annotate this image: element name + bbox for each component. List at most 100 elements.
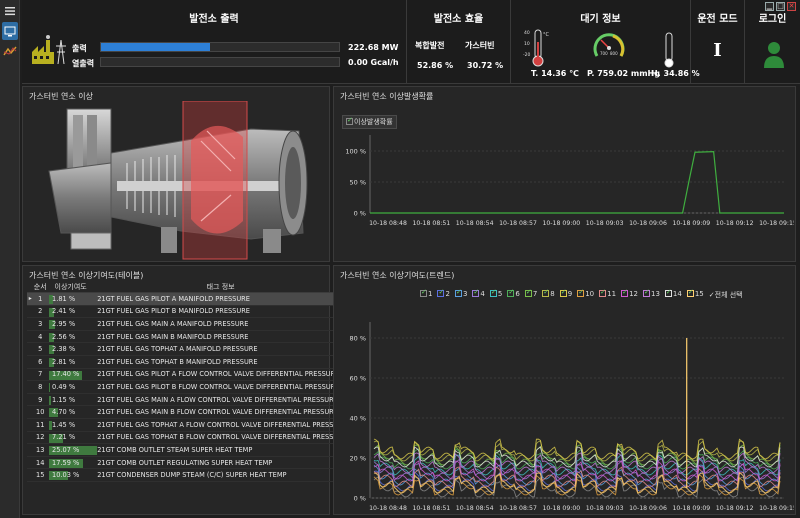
legend-checkbox[interactable] bbox=[599, 288, 607, 297]
row-contribution-value: 7.21 % bbox=[52, 433, 76, 442]
x-tick-label: 10-18 08:57 bbox=[499, 505, 537, 512]
trend-legend-item-2[interactable]: 2 bbox=[437, 288, 450, 300]
legend-checkbox[interactable] bbox=[420, 288, 427, 297]
user-icon[interactable] bbox=[763, 40, 785, 70]
row-order: 6 bbox=[33, 355, 48, 369]
gauge-tick-800: 800 bbox=[610, 51, 618, 56]
probability-series-line bbox=[370, 151, 784, 214]
trend-legend-item-3[interactable]: 3 bbox=[454, 288, 468, 300]
table-row[interactable]: 10 4.70 % 21GT FUEL GAS MAIN B FLOW CONTRO… bbox=[27, 405, 347, 419]
legend-checkbox[interactable] bbox=[454, 288, 462, 297]
legend-checkbox[interactable] bbox=[489, 288, 497, 297]
trend-chart: 80 % 60 % 40 % 20 % 0 %10-18 08:48 10-18 08:5… bbox=[349, 322, 794, 512]
table-row[interactable]: 11 1.45 % 21GT FUEL GAS TOPHAT A FLOW CONT… bbox=[27, 418, 347, 432]
legend-checkbox[interactable] bbox=[472, 288, 480, 297]
legend-checkbox[interactable] bbox=[642, 288, 650, 297]
trend-legend-item-4[interactable]: 4 bbox=[472, 288, 485, 300]
table-row[interactable]: 8 0.49 % 21GT FUEL GAS PILOT B FLOW CONTRO… bbox=[27, 380, 347, 394]
operation-mode-value[interactable]: I bbox=[691, 40, 744, 61]
table-row[interactable]: 4 2.56 % 21GT FUEL GAS MAIN B MANIFOLD PRE… bbox=[27, 330, 347, 344]
trend-legend-item-15[interactable]: 15 bbox=[686, 288, 704, 300]
table-row[interactable]: 14 17.59 % 21GT COMB OUTLET REGULATING SUP… bbox=[27, 456, 347, 470]
trend-legend-item-1[interactable]: 1 bbox=[420, 288, 432, 300]
select-all-toggle[interactable]: ✓전체 선택 bbox=[709, 290, 743, 300]
trend-legend-item-12[interactable]: 12 bbox=[621, 288, 638, 300]
row-tag: 21GT FUEL GAS PILOT A MANIFOLD PRESSURE bbox=[94, 292, 347, 306]
row-contribution: 2.81 % bbox=[47, 355, 95, 369]
x-tick-label: 10-18 09:09 bbox=[672, 220, 710, 227]
atmosphere-section: 대기 정보 40 10 -20 °C 700 800 T. 14.36 ℃ P.… bbox=[510, 0, 700, 84]
trend-legend-item-10[interactable]: 10 bbox=[577, 288, 594, 300]
row-contribution: 17.40 % bbox=[47, 368, 95, 382]
operation-mode-section: 운전 모드 I bbox=[690, 0, 744, 84]
table-row[interactable]: 7 17.40 % 21GT FUEL GAS PILOT A FLOW CONTR… bbox=[27, 368, 347, 382]
thermo-tick-minus20: -20 bbox=[523, 52, 530, 58]
x-tick-label: 10-18 09:15 bbox=[759, 505, 794, 512]
legend-label: 11 bbox=[607, 290, 617, 298]
table-row[interactable]: 2 2.41 % 21GT FUEL GAS PILOT B MANIFOLD PR… bbox=[27, 305, 347, 319]
x-tick-label: 10-18 08:48 bbox=[369, 220, 407, 227]
table-row[interactable]: ▸ 1 1.81 % 21GT FUEL GAS PILOT A MANIFOLD P… bbox=[27, 292, 347, 306]
trend-legend-item-6[interactable]: 6 bbox=[507, 288, 520, 300]
legend-checkbox[interactable] bbox=[577, 288, 585, 297]
legend-checkbox[interactable] bbox=[686, 288, 694, 297]
legend-checkbox[interactable] bbox=[621, 288, 629, 297]
table-row[interactable]: 5 2.38 % 21GT FUEL GAS TOPHAT A MANIFOLD P… bbox=[27, 342, 347, 356]
row-order: 7 bbox=[33, 368, 48, 382]
legend-label: 3 bbox=[462, 290, 468, 298]
legend-label: 7 bbox=[532, 290, 538, 298]
y-tick-label: 100 % bbox=[345, 148, 366, 156]
legend-checkbox[interactable] bbox=[524, 288, 532, 297]
row-order: 10 bbox=[33, 405, 48, 419]
legend-label: 8 bbox=[550, 290, 555, 298]
chart-icon[interactable] bbox=[2, 44, 18, 58]
trend-legend-item-5[interactable]: 5 bbox=[489, 288, 502, 300]
order-header[interactable]: 순서 bbox=[33, 282, 48, 293]
power-output-title: 발전소 출력 bbox=[189, 14, 239, 25]
table-row[interactable]: 15 10.03 % 21GT CONDENSER DUMP STEAM (C/C)… bbox=[27, 468, 347, 482]
row-order: 1 bbox=[33, 292, 48, 306]
row-order: 14 bbox=[33, 456, 48, 470]
row-contribution: 2.95 % bbox=[47, 317, 95, 331]
legend-checkbox[interactable] bbox=[507, 288, 515, 297]
x-tick-label: 10-18 09:03 bbox=[586, 220, 624, 227]
legend-checkbox[interactable] bbox=[664, 288, 672, 297]
row-contribution-value: 2.38 % bbox=[52, 345, 76, 354]
trend-legend-item-8[interactable]: 8 bbox=[542, 288, 555, 300]
row-contribution-value: 0.49 % bbox=[52, 382, 76, 391]
x-tick-label: 10-18 08:48 bbox=[369, 505, 407, 512]
table-row[interactable]: 12 7.21 % 21GT FUEL GAS TOPHAT B FLOW CONT… bbox=[27, 431, 347, 445]
table-row[interactable]: 3 2.95 % 21GT FUEL GAS MAIN A MANIFOLD PRE… bbox=[27, 317, 347, 331]
monitor-icon[interactable] bbox=[1, 22, 18, 40]
trend-legend-item-13[interactable]: 13 bbox=[642, 288, 660, 300]
row-tag: 21GT FUEL GAS PILOT B FLOW CONTROL VALVE… bbox=[94, 380, 347, 394]
row-contribution: 25.07 % bbox=[47, 443, 98, 457]
x-tick-label: 10-18 08:54 bbox=[456, 505, 494, 512]
legend-checkbox[interactable] bbox=[437, 288, 445, 297]
trend-legend-item-14[interactable]: 14 bbox=[664, 288, 682, 300]
heat-output-value: 0.00 Gcal/h bbox=[348, 58, 399, 67]
trend-legend-item-9[interactable]: 9 bbox=[559, 288, 572, 300]
table-row[interactable]: 13 25.07 % 21GT COMB OUTLET STEAM SUPER HE… bbox=[27, 443, 347, 457]
trend-legend-item-7[interactable]: 7 bbox=[524, 288, 538, 300]
tag-info-header[interactable]: 태그 정보 bbox=[94, 282, 347, 293]
login-title: 로그인 bbox=[758, 14, 787, 25]
thermometer-icon: 40 10 -20 °C bbox=[523, 29, 550, 67]
status-header: ▁ □ ✕ 발전소 출력 출력 222.68 MW 열출력 0.00 Gcal/… bbox=[22, 0, 800, 84]
combined-cycle-label: 복합발전 bbox=[415, 41, 445, 50]
table-row[interactable]: 9 1.15 % 21GT FUEL GAS MAIN A FLOW CONTROL… bbox=[27, 393, 347, 407]
row-order: 12 bbox=[33, 431, 48, 445]
output-label: 출력 bbox=[72, 44, 87, 53]
probability-title: 가스터빈 연소 이상발생확률 bbox=[340, 92, 434, 101]
row-order: 5 bbox=[33, 342, 48, 356]
x-tick-label: 10-18 09:12 bbox=[716, 505, 754, 512]
row-tag: 21GT FUEL GAS PILOT B MANIFOLD PRESSURE bbox=[94, 305, 347, 319]
legend-checkbox[interactable] bbox=[542, 288, 550, 297]
legend-checkbox[interactable] bbox=[559, 288, 567, 297]
menu-icon[interactable] bbox=[2, 4, 18, 18]
table-row[interactable]: 6 2.81 % 21GT FUEL GAS TOPHAT B MANIFOLD P… bbox=[27, 355, 347, 369]
trend-legend-item-11[interactable]: 11 bbox=[599, 288, 617, 300]
row-order: 2 bbox=[33, 305, 48, 319]
contribution-header[interactable]: 이상기여도 bbox=[47, 282, 95, 293]
trend-legend: 123456789101112131415✓전체 선택 bbox=[420, 288, 743, 300]
